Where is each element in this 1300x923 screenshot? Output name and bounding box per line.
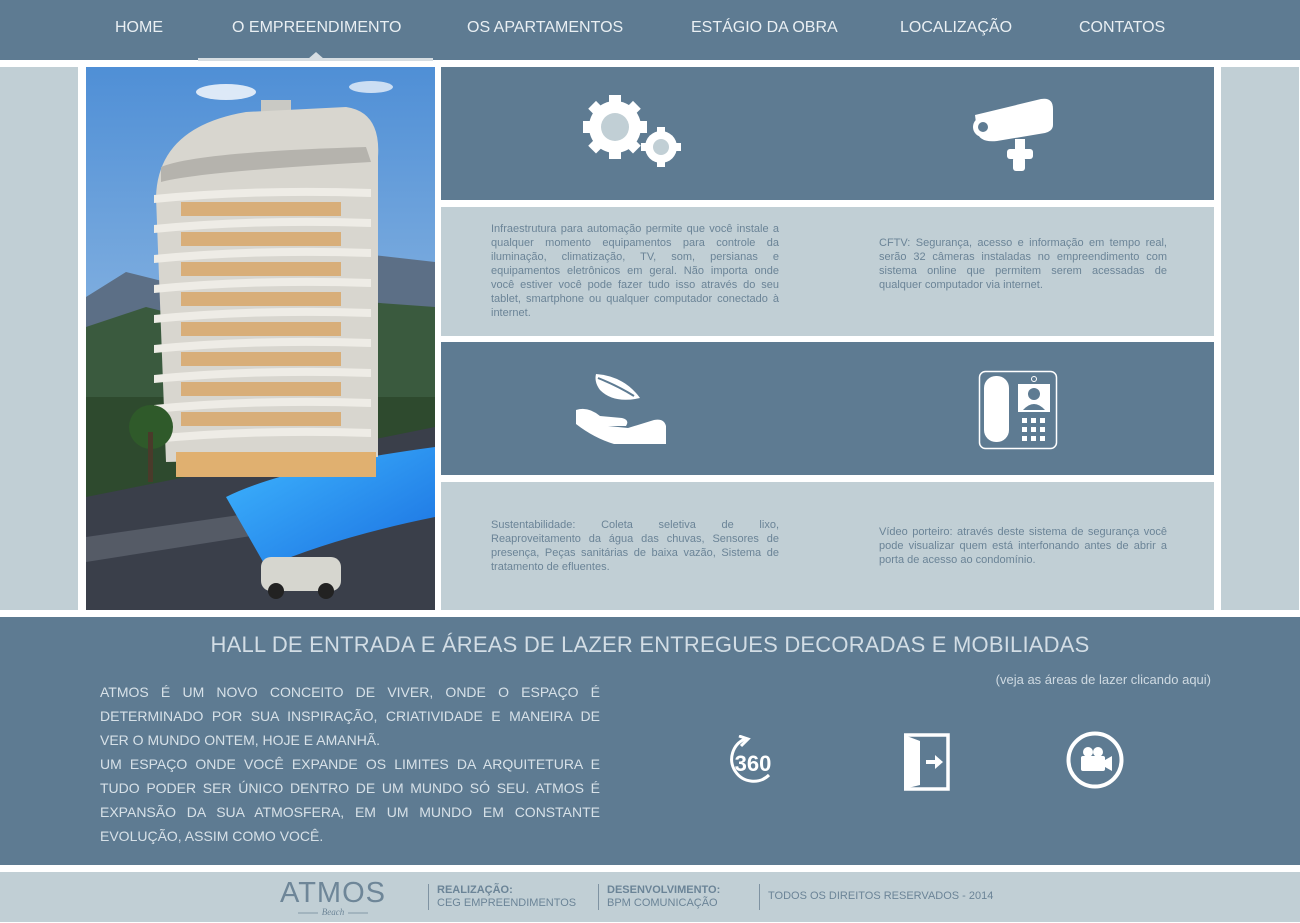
enter-door-icon bbox=[904, 733, 950, 791]
building-photo bbox=[86, 67, 435, 610]
feature-icons-row-2 bbox=[441, 342, 1214, 475]
active-nav-caret bbox=[308, 52, 324, 59]
realizacao-value: CEG EMPREENDIMENTOS bbox=[437, 897, 577, 909]
hall-paragraph-2: UM ESPAÇO ONDE VOCÊ EXPANDE OS LIMITES D… bbox=[100, 756, 600, 844]
view-360-label: 360 bbox=[735, 751, 772, 776]
feature-texts-row-1: Infraestrutura para automação permite qu… bbox=[441, 207, 1214, 336]
video-intercom-icon bbox=[978, 370, 1058, 455]
hall-paragraph-1: ATMOS É UM NOVO CONCEITO DE VIVER, ONDE … bbox=[100, 684, 600, 748]
desenvolvimento-label: DESENVOLVIMENTO: bbox=[607, 884, 721, 896]
feature-icons-row-1 bbox=[441, 67, 1214, 200]
feature-texts-row-2: Sustentabilidade: Coleta seletiva de lix… bbox=[441, 482, 1214, 610]
sustainability-feature-text: Sustentabilidade: Coleta seletiva de lix… bbox=[491, 519, 779, 573]
watch-video-button[interactable] bbox=[1066, 731, 1124, 794]
nav-item-apartamentos[interactable]: OS APARTAMENTOS bbox=[467, 0, 623, 60]
atmos-logo[interactable]: ATMOS Beach bbox=[280, 876, 390, 918]
desenvolvimento-value: BPM COMUNICAÇÃO bbox=[607, 897, 718, 909]
realizacao-label: REALIZAÇÃO: bbox=[437, 884, 513, 896]
nav-item-empreendimento[interactable]: O EMPREENDIMENTO bbox=[232, 0, 402, 60]
desenvolvimento-block: DESENVOLVIMENTO: BPM COMUNICAÇÃO bbox=[607, 884, 720, 910]
hall-description: ATMOS É UM NOVO CONCEITO DE VIVER, ONDE … bbox=[100, 680, 600, 848]
view-360-icon: 360 bbox=[730, 734, 772, 783]
svg-text:ATMOS: ATMOS bbox=[280, 877, 386, 909]
top-navigation: HOME O EMPREENDIMENTO OS APARTAMENTOS ES… bbox=[0, 0, 1300, 61]
video-doorman-feature-text: Vídeo porteiro: através deste sistema de… bbox=[879, 526, 1167, 566]
footer-divider bbox=[428, 884, 429, 910]
footer-divider bbox=[598, 884, 599, 910]
left-side-bar bbox=[0, 67, 78, 610]
nav-item-home[interactable]: HOME bbox=[115, 0, 163, 60]
right-side-bar bbox=[1221, 67, 1299, 610]
cftv-feature-text: CFTV: Segurança, acesso e informação em … bbox=[879, 237, 1167, 291]
video-camera-icon bbox=[1066, 731, 1124, 789]
svg-text:Beach: Beach bbox=[322, 907, 345, 917]
nav-item-estagio-obra[interactable]: ESTÁGIO DA OBRA bbox=[691, 0, 838, 60]
realizacao-block: REALIZAÇÃO: CEG EMPREENDIMENTOS bbox=[437, 884, 576, 910]
leisure-areas-link[interactable]: (veja as áreas de lazer clicando aqui) bbox=[940, 672, 1211, 687]
security-camera-icon bbox=[969, 97, 1055, 178]
enter-tour-button[interactable] bbox=[902, 733, 950, 796]
gears-icon bbox=[581, 95, 687, 174]
view-360-button[interactable]: 360 bbox=[723, 734, 781, 792]
nav-item-contatos[interactable]: CONTATOS bbox=[1079, 0, 1165, 60]
hall-title: HALL DE ENTRADA E ÁREAS DE LAZER ENTREGU… bbox=[210, 632, 1090, 657]
hand-leaf-icon bbox=[574, 370, 670, 453]
nav-item-localizacao[interactable]: LOCALIZAÇÃO bbox=[900, 0, 1012, 60]
rights-text: TODOS OS DIREITOS RESERVADOS - 2014 bbox=[768, 890, 994, 902]
footer-divider bbox=[759, 884, 760, 910]
automation-feature-text: Infraestrutura para automação permite qu… bbox=[491, 223, 779, 319]
